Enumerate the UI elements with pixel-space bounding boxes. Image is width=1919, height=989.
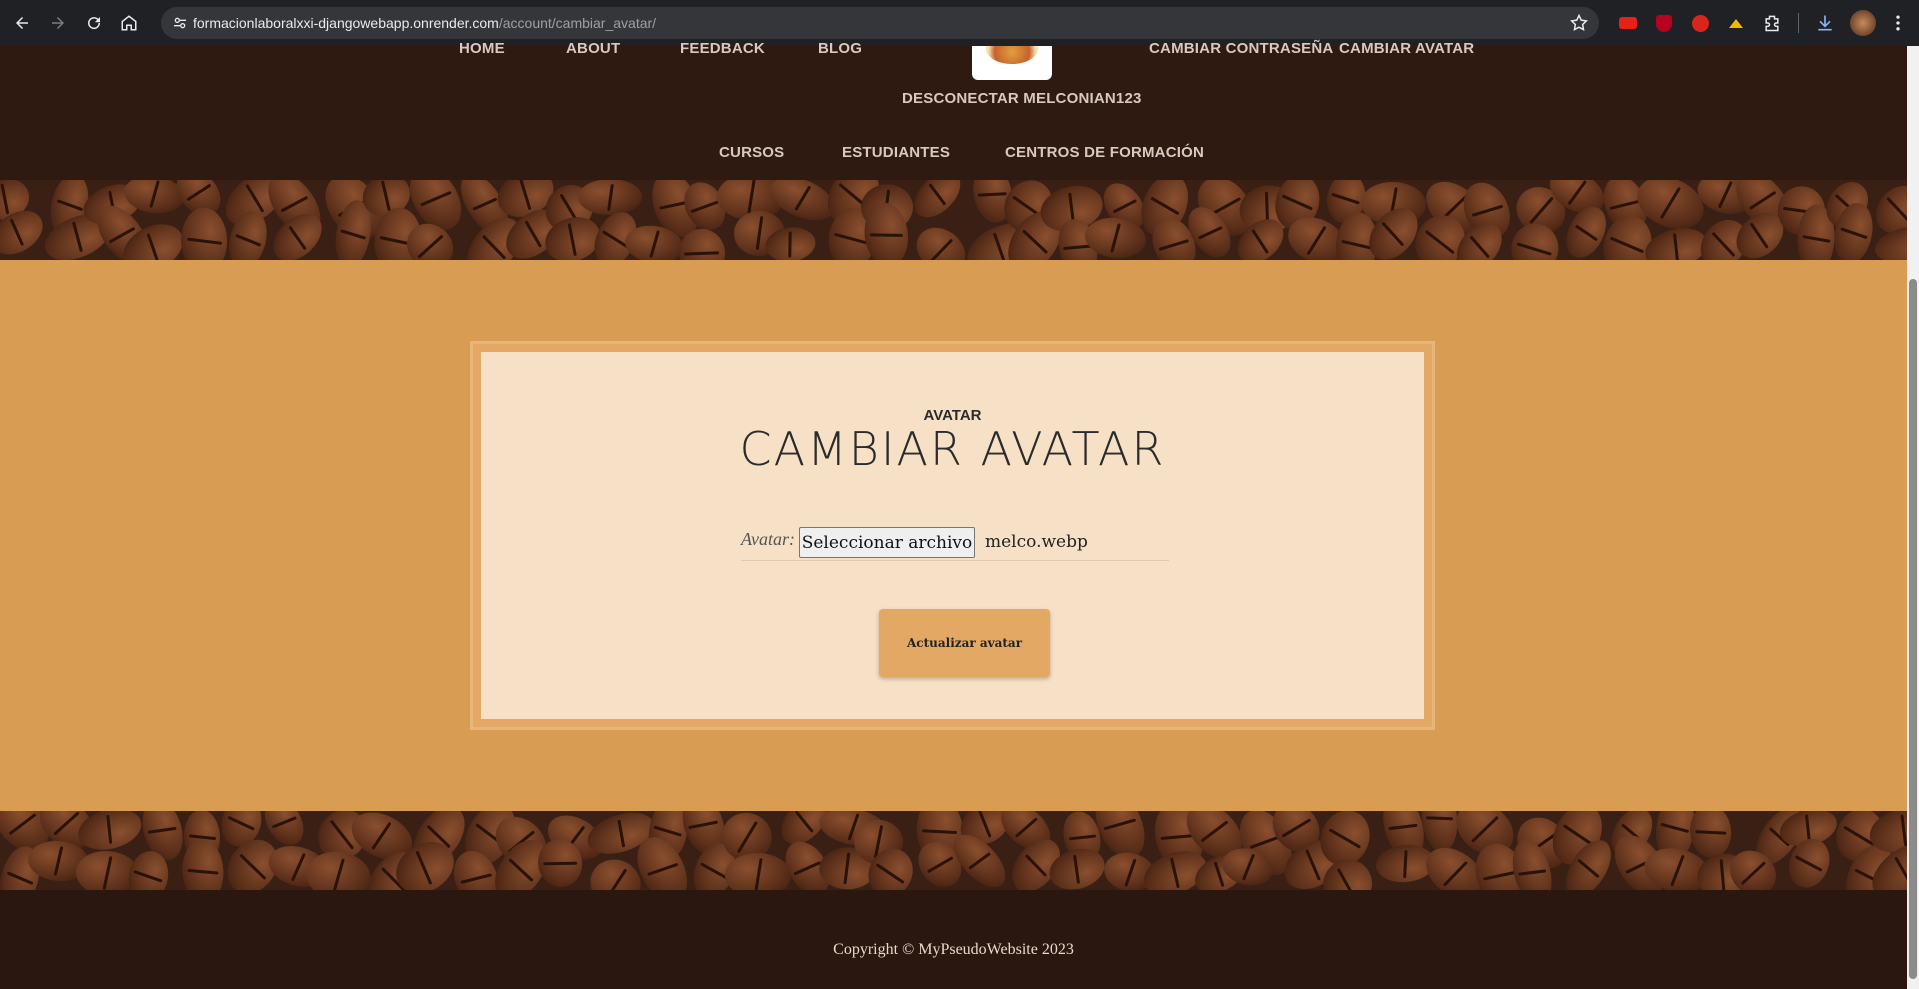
site-header (0, 46, 1907, 180)
url-text: formacionlaboralxxi-djangowebapp.onrende… (193, 15, 656, 31)
coffee-bean-image (724, 852, 792, 890)
update-avatar-button[interactable]: Actualizar avatar (879, 609, 1050, 677)
menu-kebab-icon[interactable] (1888, 13, 1908, 33)
coffee-bean-image (905, 180, 969, 226)
avatar-form-row: Avatar: Seleccionar archivo melco.webp (741, 527, 1169, 561)
nav-blog[interactable]: BLOG (818, 40, 862, 57)
url-host: formacionlaboralxxi-djangowebapp.onrende… (193, 15, 499, 31)
nav-cambiar-avatar[interactable]: CAMBIAR AVATAR (1339, 40, 1474, 57)
youtube-extension-icon[interactable] (1618, 13, 1638, 33)
download-icon[interactable] (1815, 13, 1835, 33)
copyright-text: Copyright © MyPseudoWebsite 2023 (833, 941, 1074, 958)
avatar-card: AVATAR CAMBIAR AVATAR Avatar: Selecciona… (481, 352, 1424, 719)
page-scrollbar[interactable] (1907, 46, 1919, 989)
coffee-beans-banner-top (0, 180, 1907, 260)
profile-avatar-icon[interactable] (1850, 10, 1876, 36)
site-info-icon[interactable] (169, 12, 191, 34)
coffee-bean-image (1688, 811, 1734, 860)
coffee-bean-image (180, 207, 228, 260)
nav-about[interactable]: ABOUT (566, 40, 620, 57)
nav-estudiantes[interactable]: ESTUDIANTES (842, 144, 950, 161)
site-logo[interactable] (972, 46, 1052, 80)
scrollbar-thumb[interactable] (1909, 279, 1917, 979)
toolbar-divider (1798, 13, 1799, 33)
bookmark-star-icon[interactable] (1569, 13, 1589, 33)
extensions-puzzle-icon[interactable] (1762, 13, 1782, 33)
ublock-extension-icon[interactable] (1654, 13, 1674, 33)
coffee-beans-banner-bottom (0, 811, 1907, 890)
back-icon[interactable] (8, 9, 36, 37)
url-path: /account/cambiar_avatar/ (498, 15, 657, 31)
page-title: CAMBIAR AVATAR (739, 422, 1166, 476)
selected-file-name: melco.webp (985, 532, 1088, 552)
arrow-extension-icon[interactable] (1726, 13, 1746, 33)
coffee-bean-image (908, 218, 975, 260)
nav-cursos[interactable]: CURSOS (719, 144, 784, 161)
nav-centros-formacion[interactable]: CENTROS DE FORMACIÓN (1005, 144, 1204, 161)
address-bar[interactable]: formacionlaboralxxi-djangowebapp.onrende… (161, 7, 1599, 39)
browser-toolbar: formacionlaboralxxi-djangowebapp.onrende… (0, 0, 1919, 46)
site-footer: Copyright © MyPseudoWebsite 2023 (0, 890, 1907, 989)
coffee-bean-image (578, 180, 642, 216)
avatar-card-frame: AVATAR CAMBIAR AVATAR Avatar: Selecciona… (470, 341, 1435, 730)
home-icon[interactable] (115, 9, 143, 37)
avatar-field-label: Avatar: (741, 529, 795, 549)
hand-extension-icon[interactable] (1690, 13, 1710, 33)
nav-feedback[interactable]: FEEDBACK (680, 40, 765, 57)
select-file-button[interactable]: Seleccionar archivo (799, 527, 975, 558)
nav-home[interactable]: HOME (459, 40, 505, 57)
nav-logout[interactable]: DESCONECTAR MELCONIAN123 (902, 90, 1142, 107)
nav-cambiar-contrasena[interactable]: CAMBIAR CONTRASEÑA (1149, 40, 1333, 57)
logo-food-image (986, 46, 1038, 64)
reload-icon[interactable] (80, 9, 108, 37)
forward-icon[interactable] (44, 9, 72, 37)
